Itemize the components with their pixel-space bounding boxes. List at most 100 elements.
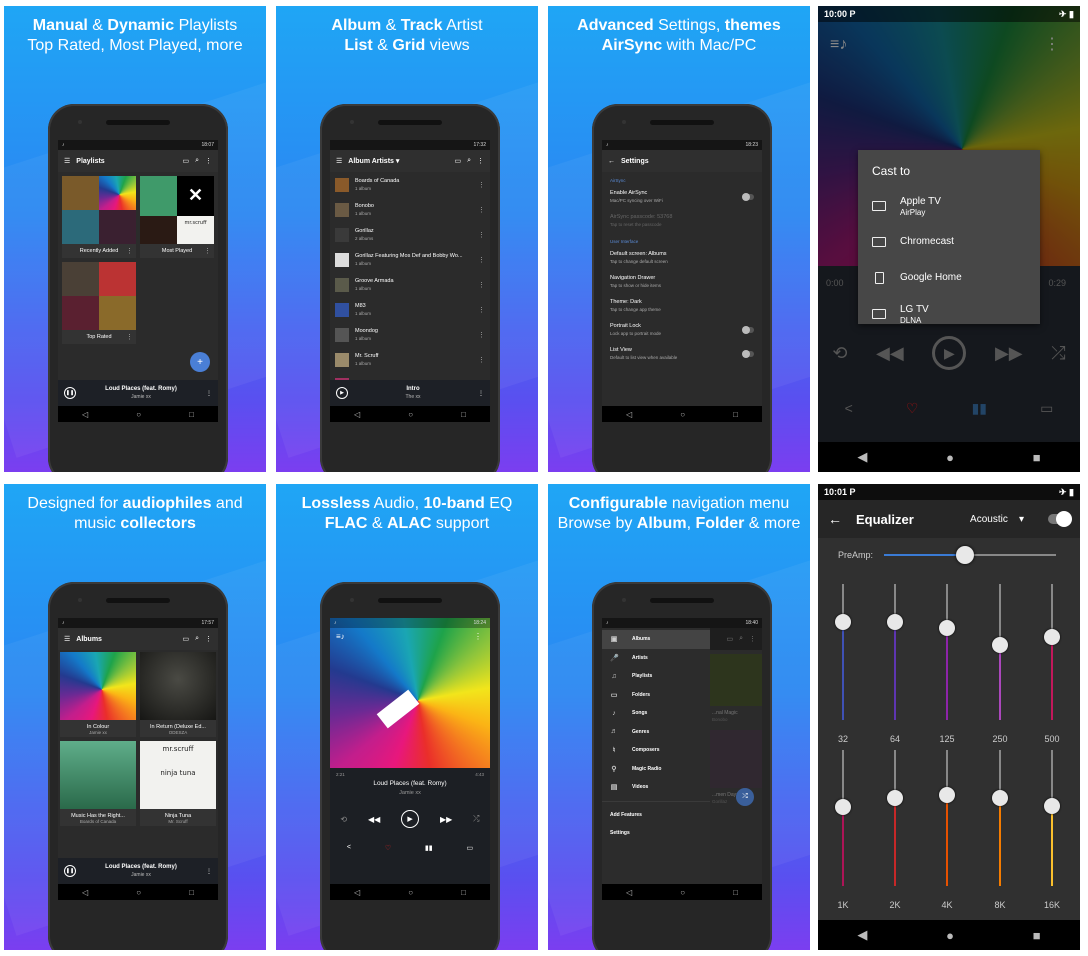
recents-icon[interactable]: □ [189, 888, 194, 897]
home-icon[interactable]: ● [946, 928, 954, 943]
recents-icon[interactable]: □ [733, 410, 738, 419]
home-icon[interactable]: ○ [680, 410, 685, 419]
eq-knob[interactable] [887, 614, 903, 631]
equalizer-icon[interactable]: ▮▮ [972, 400, 987, 417]
search-icon[interactable]: ⌕ [467, 157, 471, 165]
artist-row[interactable]: Gorillaz Featuring Mos Def and Bobby Wo.… [330, 247, 490, 272]
home-icon[interactable]: ○ [408, 888, 413, 897]
back-arrow-icon[interactable]: ← [608, 158, 615, 165]
playlist-card[interactable]: Recently Added ⋮ [62, 176, 136, 258]
overflow-menu-icon[interactable]: ⋮ [474, 632, 482, 641]
cast-icon[interactable]: ▭ [182, 635, 189, 643]
overflow-menu-icon[interactable]: ⋮ [206, 868, 212, 875]
mini-player[interactable]: ❚❚ Loud Places (feat. Romy) Jamie xx ⋮ [58, 380, 218, 406]
eq-knob[interactable] [835, 799, 851, 816]
more-icon[interactable]: ⋮ [126, 333, 133, 341]
more-icon[interactable]: ⋮ [126, 247, 133, 255]
artist-row[interactable]: Bonobo 1 album ⋮ [330, 197, 490, 222]
play-icon[interactable]: ▶ [336, 387, 348, 399]
menu-icon[interactable]: ☰ [64, 635, 70, 643]
recents-icon[interactable]: ■ [1033, 928, 1041, 943]
rewind-icon[interactable]: ◀◀ [876, 343, 904, 364]
pause-icon[interactable]: ❚❚ [64, 387, 76, 399]
shuffle-fab[interactable]: ⤮ [736, 788, 754, 806]
eq-knob[interactable] [1044, 629, 1060, 646]
back-icon[interactable]: ◀ [857, 927, 867, 943]
artist-row[interactable]: Groove Armada 1 album ⋮ [330, 272, 490, 297]
eq-band-slider[interactable]: 1K [828, 750, 858, 916]
dropdown-icon[interactable]: ▾ [1019, 514, 1024, 525]
preset-dropdown[interactable]: Acoustic ▾ [970, 514, 1024, 525]
heart-icon[interactable]: ♡ [385, 844, 391, 852]
shuffle-icon[interactable]: ⤮ [473, 814, 479, 824]
add-playlist-button[interactable]: + [190, 352, 210, 372]
more-icon[interactable]: ⋮ [478, 356, 485, 364]
artist-row[interactable]: M83 1 album ⋮ [330, 297, 490, 322]
preamp-slider[interactable] [884, 546, 1056, 564]
more-icon[interactable]: ⋮ [478, 306, 485, 314]
overflow-menu-icon[interactable]: ⋮ [205, 635, 212, 643]
appbar-title[interactable]: Album Artists ▾ [348, 157, 448, 165]
recents-icon[interactable]: □ [461, 888, 466, 897]
fast-forward-icon[interactable]: ▶▶ [440, 815, 452, 824]
drawer-item[interactable]: ♬ Genres [602, 723, 710, 742]
eq-knob[interactable] [992, 637, 1008, 654]
eq-knob[interactable] [992, 789, 1008, 806]
recents-icon[interactable]: □ [189, 410, 194, 419]
overflow-menu-icon[interactable]: ⋮ [206, 390, 212, 397]
settings-row[interactable]: Theme: Dark Tap to change app theme [602, 294, 762, 318]
eq-band-slider[interactable]: 8K [985, 750, 1015, 916]
playlist-card[interactable]: ✕ mr.scruff Most Played ⋮ [140, 176, 214, 258]
equalizer-toggle[interactable] [1048, 511, 1072, 527]
more-icon[interactable]: ⋮ [478, 256, 485, 264]
toggle-switch[interactable] [742, 350, 754, 358]
dropdown-icon[interactable]: ▾ [396, 158, 400, 165]
share-icon[interactable]: < [347, 844, 351, 852]
back-icon[interactable]: ◁ [82, 888, 88, 897]
cast-device[interactable]: Chromecast [872, 224, 1026, 260]
drawer-item[interactable]: 🎤 Artists [602, 649, 710, 668]
settings-row[interactable]: Portrait Lock Lock app to portrait mode [602, 318, 762, 342]
overflow-menu-icon[interactable]: ⋮ [478, 390, 484, 397]
menu-icon[interactable]: ☰ [336, 157, 342, 165]
drawer-item[interactable]: ⚲ Magic Radio [602, 760, 710, 779]
eq-knob[interactable] [939, 786, 955, 803]
back-arrow-icon[interactable]: ← [828, 511, 842, 527]
artist-row[interactable]: Mr. Scruff 1 album ⋮ [330, 347, 490, 372]
settings-row[interactable]: AirSync passcode: 53768 Tap to reset the … [602, 209, 762, 233]
mini-player[interactable]: ▶ Intro The xx ⋮ [330, 380, 490, 406]
back-icon[interactable]: ◁ [354, 410, 360, 419]
settings-row[interactable]: Enable AirSync Mac/PC syncing over WiFi [602, 185, 762, 209]
toggle-switch[interactable] [742, 193, 754, 201]
mini-player[interactable]: ❚❚ Loud Places (feat. Romy) Jamie xx ⋮ [58, 858, 218, 884]
menu-icon[interactable]: ☰ [64, 157, 70, 165]
more-icon[interactable]: ⋮ [478, 281, 485, 289]
album-card[interactable]: Music Has the Right... Boards of Canada [60, 741, 136, 826]
settings-row[interactable]: Navigation Drawer Tap to show or hide ite… [602, 270, 762, 294]
more-icon[interactable]: ⋮ [478, 231, 485, 239]
playlist-card[interactable]: Top Rated ⋮ [62, 262, 136, 344]
repeat-icon[interactable]: ⟲ [832, 343, 847, 364]
overflow-menu-icon[interactable]: ⋮ [749, 635, 756, 643]
more-icon[interactable]: ⋮ [478, 331, 485, 339]
eq-band-slider[interactable]: 16K [1037, 750, 1067, 916]
cast-device[interactable]: LG TV DLNA [872, 296, 1026, 332]
album-card[interactable]: In Colour Jamie xx [60, 652, 136, 737]
home-icon[interactable]: ● [946, 450, 954, 465]
heart-icon[interactable]: ♡ [906, 400, 919, 417]
cast-icon[interactable]: ▭ [454, 157, 461, 165]
fast-forward-icon[interactable]: ▶▶ [995, 343, 1023, 364]
back-icon[interactable]: ◁ [354, 888, 360, 897]
drawer-item[interactable]: ♫ Playlists [602, 667, 710, 686]
artist-row[interactable]: Boards of Canada 1 album ⋮ [330, 172, 490, 197]
overflow-menu-icon[interactable]: ⋮ [477, 157, 484, 165]
drawer-link[interactable]: Settings [602, 824, 710, 843]
cast-icon[interactable]: ▭ [1040, 400, 1053, 417]
toggle-switch[interactable] [742, 326, 754, 334]
drawer-item[interactable]: ▣ Albums [602, 630, 710, 649]
settings-row[interactable]: List View Default to list view when avail… [602, 342, 762, 366]
eq-knob[interactable] [887, 789, 903, 806]
equalizer-icon[interactable]: ▮▮ [425, 844, 433, 852]
play-button[interactable]: ▶ [401, 810, 420, 828]
recents-icon[interactable]: ■ [1033, 450, 1041, 465]
